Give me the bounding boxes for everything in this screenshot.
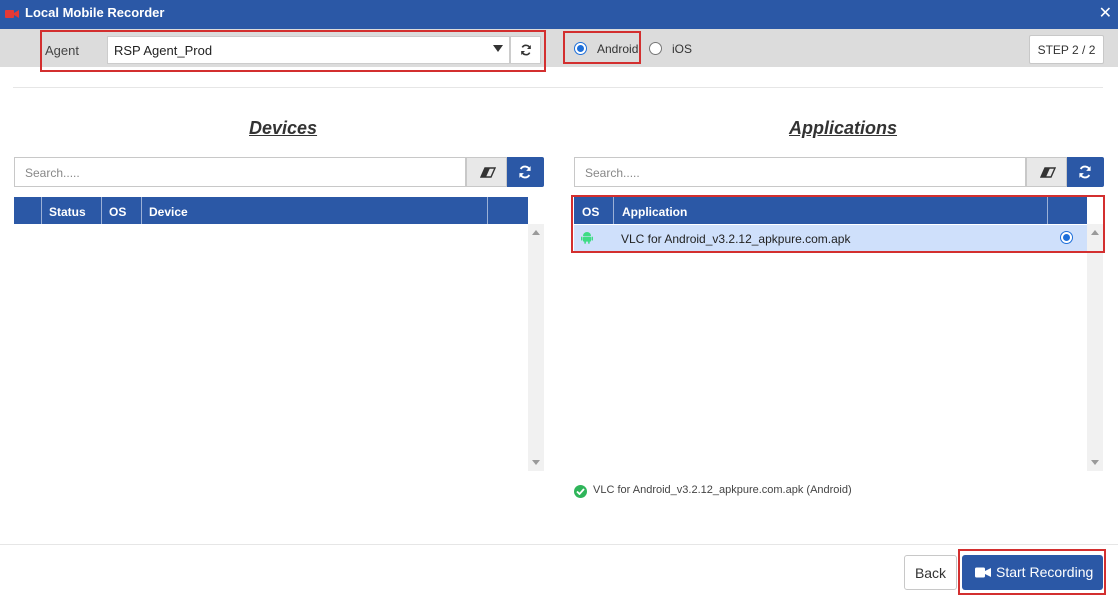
- start-recording-label: Start Recording: [996, 564, 1094, 580]
- applications-search-input[interactable]: Search.....: [574, 157, 1026, 187]
- refresh-icon: [1079, 165, 1091, 179]
- check-circle-icon: [574, 485, 587, 498]
- devices-title: Devices: [249, 118, 318, 138]
- devices-clear-button[interactable]: [466, 157, 507, 187]
- applications-refresh-button[interactable]: [1067, 157, 1104, 187]
- scroll-down-icon[interactable]: [532, 460, 540, 465]
- devices-scrollbar[interactable]: [528, 224, 544, 471]
- caret-down-icon: [493, 45, 503, 52]
- agent-label: Agent: [45, 43, 79, 58]
- applications-title: Applications: [789, 118, 898, 138]
- refresh-icon: [521, 44, 531, 56]
- eraser-icon: [1040, 167, 1056, 178]
- devices-search-input[interactable]: Search.....: [14, 157, 466, 187]
- applications-clear-button[interactable]: [1026, 157, 1067, 187]
- devices-col-action: [488, 197, 528, 224]
- divider: [13, 87, 1103, 88]
- devices-col-status[interactable]: Status: [42, 197, 102, 224]
- devices-col-select: [14, 197, 42, 224]
- title-bar: Local Mobile Recorder ✕: [0, 0, 1118, 29]
- back-button[interactable]: Back: [904, 555, 957, 590]
- video-camera-icon: [975, 567, 991, 578]
- step-indicator: STEP 2 / 2: [1029, 35, 1104, 64]
- devices-refresh-button[interactable]: [507, 157, 544, 187]
- video-camera-icon: [5, 10, 19, 18]
- devices-table-header: Status OS Device: [14, 197, 528, 224]
- window-title: Local Mobile Recorder: [25, 5, 165, 20]
- ios-radio-label: iOS: [672, 42, 693, 56]
- android-radio[interactable]: [574, 42, 587, 55]
- start-recording-button[interactable]: Start Recording: [962, 555, 1103, 590]
- scroll-up-icon[interactable]: [532, 230, 540, 235]
- agent-refresh-button[interactable]: [510, 36, 541, 64]
- android-radio-label: Android: [597, 42, 639, 56]
- agent-select[interactable]: RSP Agent_Prod: [107, 36, 510, 64]
- selected-application-info: VLC for Android_v3.2.12_apkpure.com.apk …: [593, 484, 852, 496]
- ios-radio[interactable]: [649, 42, 662, 55]
- eraser-icon: [480, 167, 496, 178]
- devices-col-device[interactable]: Device: [142, 197, 488, 224]
- applications-highlight: [571, 195, 1105, 253]
- divider: [0, 544, 1118, 545]
- close-icon[interactable]: ✕: [1099, 3, 1112, 23]
- refresh-icon: [519, 165, 531, 179]
- applications-scrollbar[interactable]: [1087, 224, 1103, 471]
- agent-select-value: RSP Agent_Prod: [114, 43, 213, 58]
- scroll-down-icon[interactable]: [1091, 460, 1099, 465]
- devices-col-os[interactable]: OS: [102, 197, 142, 224]
